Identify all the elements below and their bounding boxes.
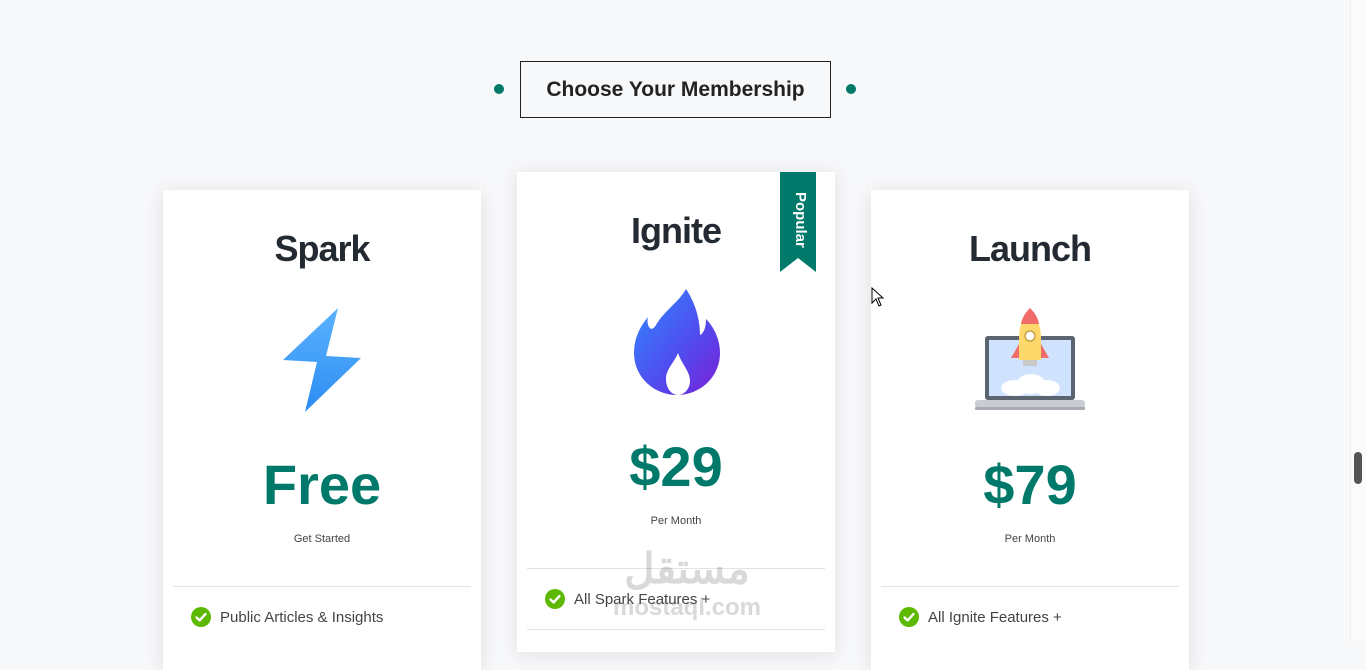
- vertical-scrollbar[interactable]: [1350, 0, 1366, 641]
- flame-icon: [634, 289, 720, 395]
- heading-left-dot: [494, 84, 504, 94]
- plan-subtext: Get Started: [293, 533, 351, 545]
- plan-title: Spark: [274, 228, 370, 269]
- plan-price: Free: [262, 453, 382, 516]
- feature-item: Public Articles & Insights: [191, 607, 383, 627]
- watermark-arabic: مستقل: [624, 545, 750, 592]
- rocket-laptop-icon: [975, 308, 1085, 410]
- check-icon: [545, 589, 565, 609]
- plan-card-spark: Spark Free Get Started Public Articles &…: [163, 190, 481, 670]
- lightning-bolt-icon: [283, 308, 361, 412]
- card-divider: [881, 586, 1179, 587]
- feature-item: All Ignite Features +: [899, 607, 1062, 627]
- scrollbar-thumb[interactable]: [1354, 452, 1362, 484]
- mouse-cursor-icon: [871, 287, 885, 307]
- plan-price: $29: [629, 435, 723, 498]
- page-title: Choose Your Membership: [520, 61, 831, 118]
- check-icon: [899, 607, 919, 627]
- watermark: مستقل mostaql.com: [597, 545, 777, 635]
- feature-label: Public Articles & Insights: [220, 608, 384, 626]
- plan-subtext: Per Month: [1004, 533, 1056, 545]
- plan-title: Launch: [968, 228, 1092, 269]
- watermark-latin: mostaql.com: [612, 594, 762, 621]
- plan-price: $79: [983, 453, 1077, 516]
- plan-subtext: Per Month: [650, 515, 702, 527]
- feature-label: All Ignite Features +: [928, 608, 1062, 626]
- section-heading: Choose Your Membership: [0, 61, 1351, 118]
- plan-card-launch: Launch $79 Per Month All Ignite Features…: [871, 190, 1189, 670]
- check-icon: [191, 607, 211, 627]
- card-divider: [173, 586, 471, 587]
- heading-right-dot: [846, 84, 856, 94]
- plan-title: Ignite: [631, 210, 722, 251]
